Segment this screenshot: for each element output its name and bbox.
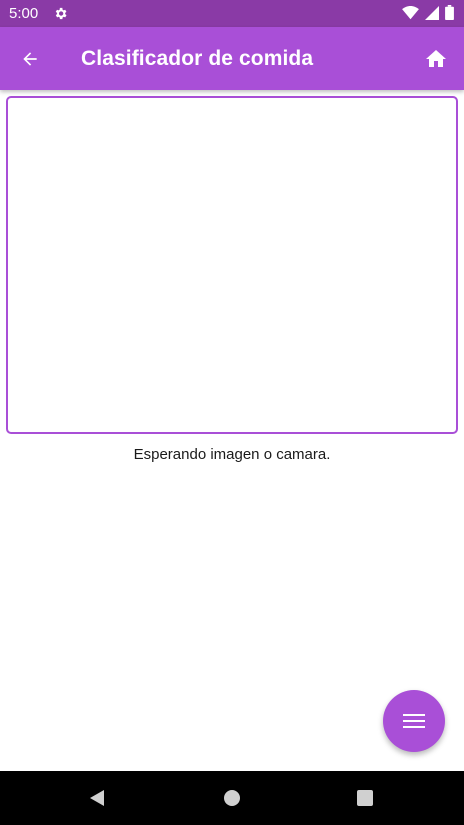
system-nav-bar bbox=[0, 771, 464, 825]
status-bar: 5:00 bbox=[0, 0, 464, 27]
back-button[interactable] bbox=[14, 43, 46, 75]
gear-icon bbox=[55, 7, 67, 20]
nav-home-icon[interactable] bbox=[223, 789, 241, 807]
menu-icon bbox=[403, 714, 425, 728]
image-preview-frame bbox=[6, 96, 458, 434]
arrow-left-icon bbox=[23, 52, 37, 66]
nav-back-icon[interactable] bbox=[88, 789, 106, 807]
status-time: 5:00 bbox=[9, 5, 39, 22]
status-icons bbox=[402, 5, 454, 20]
home-button[interactable] bbox=[420, 43, 452, 75]
battery-icon bbox=[445, 5, 454, 20]
page-title: Clasificador de comida bbox=[81, 47, 314, 70]
screen: 5:00 Clasificador de comida Esperando im… bbox=[0, 0, 464, 825]
signal-icon bbox=[425, 5, 439, 20]
app-bar: Clasificador de comida bbox=[0, 27, 464, 90]
menu-fab-button[interactable] bbox=[383, 690, 445, 752]
home-icon bbox=[426, 50, 446, 67]
status-message: Esperando imagen o camara. bbox=[133, 446, 331, 463]
wifi-icon bbox=[402, 5, 419, 19]
nav-recents-icon[interactable] bbox=[357, 790, 373, 806]
